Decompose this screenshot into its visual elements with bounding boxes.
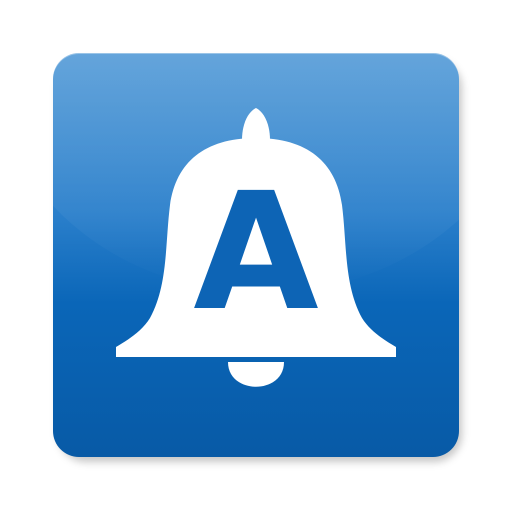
bell-knob — [242, 108, 270, 140]
bell-letter: A — [193, 159, 318, 347]
app-icon-stage: A — [0, 0, 512, 512]
bell-clapper — [228, 362, 284, 387]
bell-icon: A — [116, 108, 396, 387]
